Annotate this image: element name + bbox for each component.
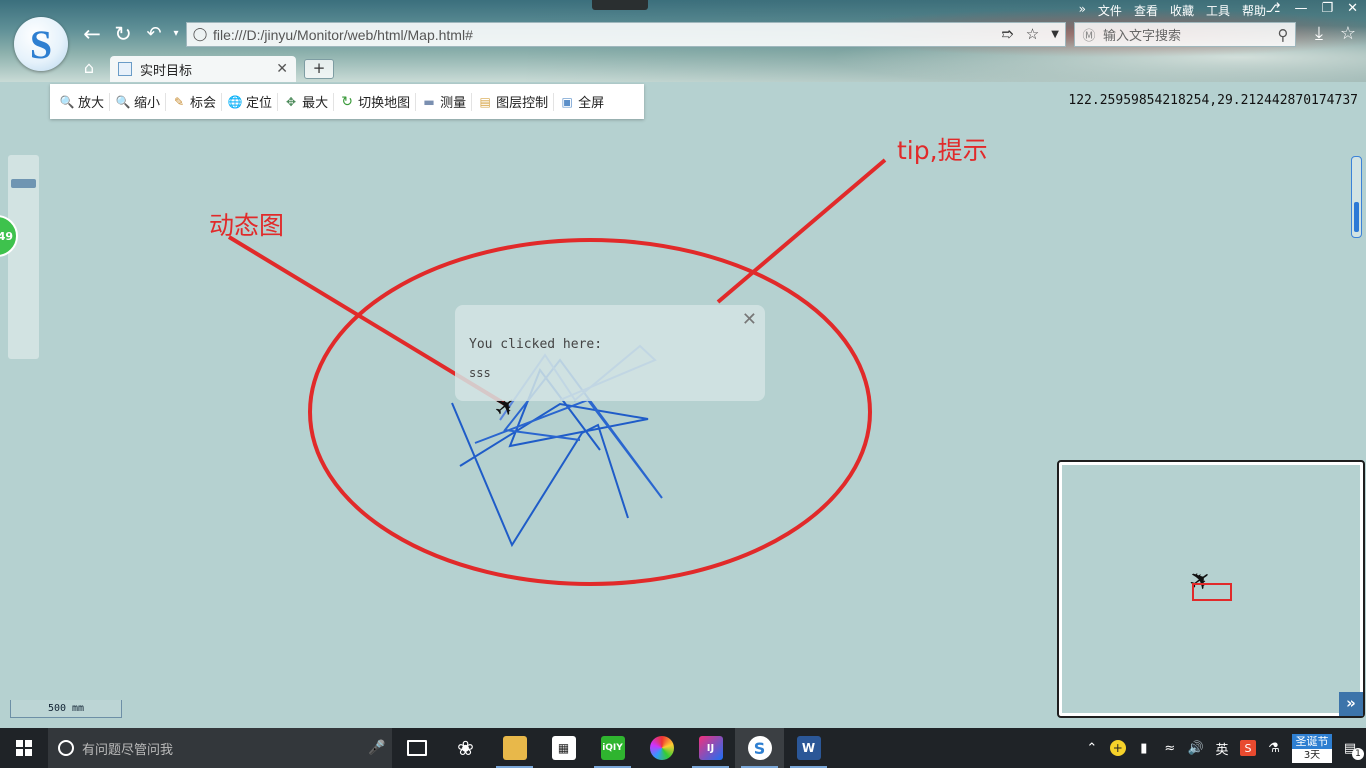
track-line <box>451 402 629 548</box>
overview-extent-box[interactable] <box>1192 583 1232 601</box>
popup-value: sss <box>469 366 491 380</box>
microphone-icon[interactable]: 🎤 <box>368 740 392 756</box>
popup-message: You clicked here: <box>469 337 603 352</box>
word-icon: W <box>796 736 821 760</box>
annotation-dynamic-label: 动态图 <box>209 211 285 240</box>
battery-icon[interactable]: ▮ <box>1136 741 1152 756</box>
sogou-ime-icon[interactable]: S <box>1240 740 1256 756</box>
iqiyi-icon: iQIY <box>600 736 625 760</box>
annotation-tip-label: tip,提示 <box>897 136 988 165</box>
sogou-browser-icon: S <box>747 736 772 760</box>
overview-map-canvas[interactable]: ✈ <box>1062 465 1360 713</box>
windows-logo-icon <box>16 740 32 756</box>
store-bag-icon: ▦ <box>551 736 576 760</box>
taskbar-app-intellij[interactable]: IJ <box>686 728 735 768</box>
taskbar-app-explorer[interactable] <box>490 728 539 768</box>
color-wheel-icon <box>649 736 674 760</box>
overview-toggle-button[interactable]: » <box>1339 692 1363 716</box>
tray-expand-icon[interactable]: ⌃ <box>1084 741 1100 756</box>
pinwheel-icon: ❀ <box>457 736 474 760</box>
cortana-placeholder[interactable]: 有问题尽管问我 <box>82 739 368 758</box>
task-view-button[interactable] <box>392 728 441 768</box>
volume-icon[interactable]: 🔊 <box>1188 741 1204 756</box>
start-button[interactable] <box>0 728 48 768</box>
taskbar-app-colorwheel[interactable] <box>637 728 686 768</box>
windows-taskbar: 有问题尽管问我 🎤 ❀ ▦ iQIY IJ S W ⌃ + ▮ ≈ 🔊 英 S … <box>0 728 1366 768</box>
taskbar-app-iqiyi[interactable]: iQIY <box>588 728 637 768</box>
popup-close-icon[interactable]: ✕ <box>742 309 757 330</box>
wifi-icon[interactable]: ≈ <box>1162 741 1178 756</box>
festival-days: 3天 <box>1292 748 1332 763</box>
intellij-icon: IJ <box>698 736 723 760</box>
scale-bar: 500 mm <box>10 700 122 718</box>
notification-count: 1 <box>1352 747 1364 760</box>
taskbar-app-word[interactable]: W <box>784 728 833 768</box>
festival-countdown[interactable]: 圣诞节 3天 <box>1292 733 1332 763</box>
taskbar-app-store[interactable]: ▦ <box>539 728 588 768</box>
cortana-icon <box>58 740 74 756</box>
ime-indicator[interactable]: 英 <box>1214 739 1230 758</box>
taskbar-app-pinwheel[interactable]: ❀ <box>441 728 490 768</box>
folder-icon <box>502 736 527 760</box>
tray-plus-icon[interactable]: + <box>1109 740 1126 756</box>
annotation-line-tip <box>716 158 887 304</box>
cortana-search[interactable]: 有问题尽管问我 🎤 <box>48 728 392 768</box>
network-icon[interactable]: ⚗ <box>1266 741 1282 756</box>
taskbar-app-sogou-browser[interactable]: S <box>735 728 784 768</box>
task-view-icon <box>406 740 427 756</box>
notifications-icon[interactable]: ▤ 1 <box>1342 741 1364 760</box>
annotation-ellipse <box>308 238 872 586</box>
festival-name: 圣诞节 <box>1292 733 1332 749</box>
system-tray: ⌃ + ▮ ≈ 🔊 英 S ⚗ 圣诞节 3天 ▤ 1 <box>1084 733 1366 763</box>
overview-map[interactable]: ✈ <box>1057 460 1365 718</box>
info-popup: ✕ You clicked here: sss <box>455 305 765 401</box>
